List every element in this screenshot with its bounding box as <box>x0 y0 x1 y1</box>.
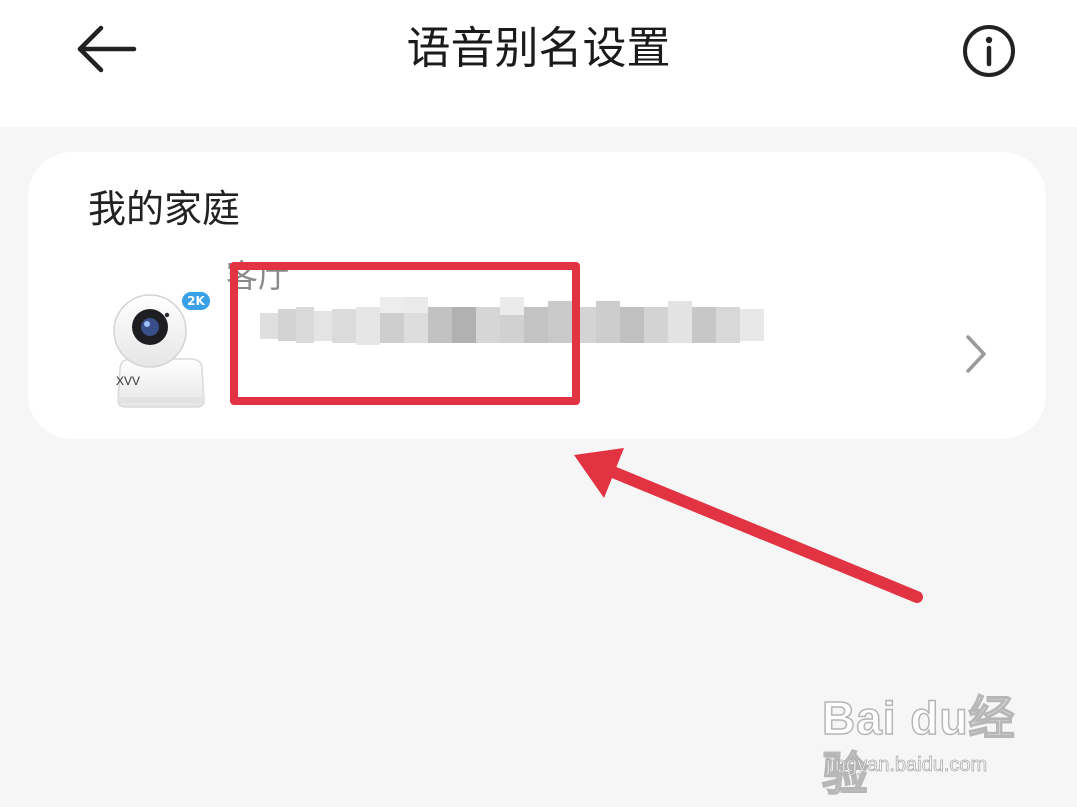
chevron-right-icon <box>966 335 986 373</box>
section-title: 我的家庭 <box>88 187 241 231</box>
annotation-arrow-icon <box>574 448 923 603</box>
watermark-brand: Bai du经验 <box>821 691 1016 801</box>
top-bar: 语音别名设置 <box>0 0 1077 127</box>
highlight-box <box>230 262 580 405</box>
info-button[interactable] <box>958 20 1020 82</box>
page-title: 语音别名设置 <box>406 23 671 74</box>
watermark-url: jingyan.baidu.com <box>826 754 988 777</box>
device-brand-text: XVV <box>116 374 140 388</box>
watermark: Bai du经验 jingyan.baidu.com <box>821 690 1032 801</box>
resolution-badge: 2K <box>182 292 210 310</box>
info-circle-icon <box>963 25 1015 77</box>
